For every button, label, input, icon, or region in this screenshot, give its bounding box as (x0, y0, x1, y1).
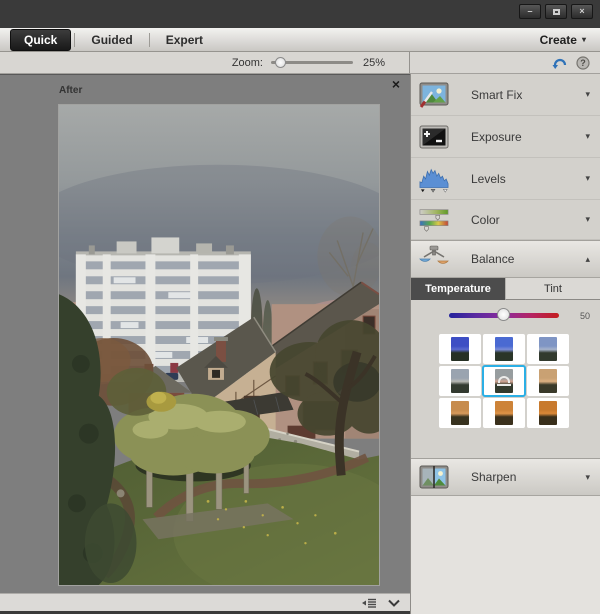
levels-icon (419, 164, 449, 194)
caret-down-icon[interactable]: ▾ (585, 89, 590, 100)
balance-variant-3[interactable] (527, 334, 569, 364)
svg-text:?: ? (580, 58, 586, 68)
mode-tabbar: Quick Guided Expert Create ▾ (0, 28, 600, 52)
sharpen-icon (419, 462, 449, 492)
close-image-icon[interactable]: × (392, 77, 400, 91)
panel-item-balance[interactable]: Balance ▴ (411, 240, 600, 278)
panel-item-label: Sharpen (471, 470, 516, 484)
variant-thumbnail (539, 401, 557, 425)
panel-item-label: Levels (471, 172, 506, 186)
balance-variant-grid (439, 334, 573, 428)
panel-item-label: Exposure (471, 130, 522, 144)
variant-thumbnail (539, 369, 557, 393)
balance-variant-1[interactable] (439, 334, 481, 364)
image-canvas: After × (0, 74, 410, 593)
caret-down-icon[interactable]: ▾ (585, 173, 590, 184)
panel-item-sharpen[interactable]: Sharpen ▾ (411, 458, 600, 496)
balance-variant-7[interactable] (439, 398, 481, 428)
temperature-slider-row: 50 (411, 300, 600, 330)
window-titlebar: – × (0, 0, 600, 28)
create-label: Create (540, 33, 577, 47)
balance-variant-6[interactable] (527, 366, 569, 396)
variant-thumbnail (495, 337, 513, 361)
help-icon[interactable]: ? (576, 56, 590, 70)
variant-thumbnail (495, 401, 513, 425)
variant-thumbnail (539, 337, 557, 361)
panel-item-exposure[interactable]: Exposure ▾ (411, 116, 600, 158)
smart-fix-icon (419, 80, 449, 110)
temperature-slider-thumb[interactable] (497, 308, 510, 321)
tab-separator (149, 33, 150, 47)
balance-variant-2[interactable] (483, 334, 525, 364)
balance-variant-4[interactable] (439, 366, 481, 396)
panel-item-label: Color (471, 213, 500, 227)
caret-down-icon: ▾ (582, 35, 586, 44)
panel-topbar: ? (410, 52, 600, 74)
tab-expert[interactable]: Expert (153, 30, 216, 50)
balance-icon (419, 244, 449, 274)
exposure-icon (419, 122, 449, 152)
temperature-value: 50 (580, 311, 590, 321)
tab-tint[interactable]: Tint (505, 278, 600, 300)
create-button[interactable]: Create ▾ (540, 33, 586, 47)
zoom-slider[interactable] (271, 61, 353, 64)
balance-tabs: Temperature Tint (411, 278, 600, 300)
caret-down-icon[interactable]: ▾ (585, 214, 590, 225)
tab-temperature[interactable]: Temperature (411, 278, 505, 300)
canvas-bottombar (0, 593, 410, 611)
tab-guided[interactable]: Guided (78, 30, 145, 50)
maximize-icon (553, 9, 560, 15)
zoom-value: 25% (363, 57, 393, 69)
variant-thumbnail (451, 369, 469, 393)
panel-item-label: Smart Fix (471, 88, 522, 102)
after-photo (58, 104, 380, 586)
reset-variant-icon (483, 366, 525, 396)
zoom-slider-thumb[interactable] (275, 57, 286, 68)
panel-empty-area (411, 496, 600, 614)
variant-thumbnail (451, 337, 469, 361)
balance-variant-9[interactable] (527, 398, 569, 428)
close-button[interactable]: × (571, 4, 593, 19)
panel-item-levels[interactable]: Levels ▾ (411, 158, 600, 200)
zoom-label: Zoom: (232, 57, 263, 69)
balance-variant-5[interactable] (483, 366, 525, 396)
tab-quick[interactable]: Quick (10, 29, 71, 51)
caret-down-icon[interactable]: ▾ (585, 472, 590, 483)
variant-thumbnail (451, 401, 469, 425)
temperature-slider[interactable] (449, 313, 559, 318)
color-icon (419, 205, 449, 235)
caret-up-icon[interactable]: ▴ (585, 254, 590, 265)
adjustments-panel: Smart Fix ▾ Exposure ▾ (410, 74, 600, 614)
caret-down-icon[interactable]: ▾ (585, 131, 590, 142)
panel-item-color[interactable]: Color ▾ (411, 200, 600, 240)
tab-separator (74, 33, 75, 47)
minimize-button[interactable]: – (519, 4, 541, 19)
panel-item-smart-fix[interactable]: Smart Fix ▾ (411, 74, 600, 116)
zoom-toolbar: Zoom: 25% (0, 52, 410, 74)
maximize-button[interactable] (545, 4, 567, 19)
panel-spacer (411, 428, 600, 458)
view-label: After (59, 85, 82, 96)
options-menu-icon[interactable] (362, 598, 376, 608)
balance-variant-8[interactable] (483, 398, 525, 428)
reset-panel-icon[interactable] (552, 56, 568, 70)
chevron-down-icon[interactable] (388, 599, 400, 607)
panel-item-label: Balance (471, 252, 514, 266)
